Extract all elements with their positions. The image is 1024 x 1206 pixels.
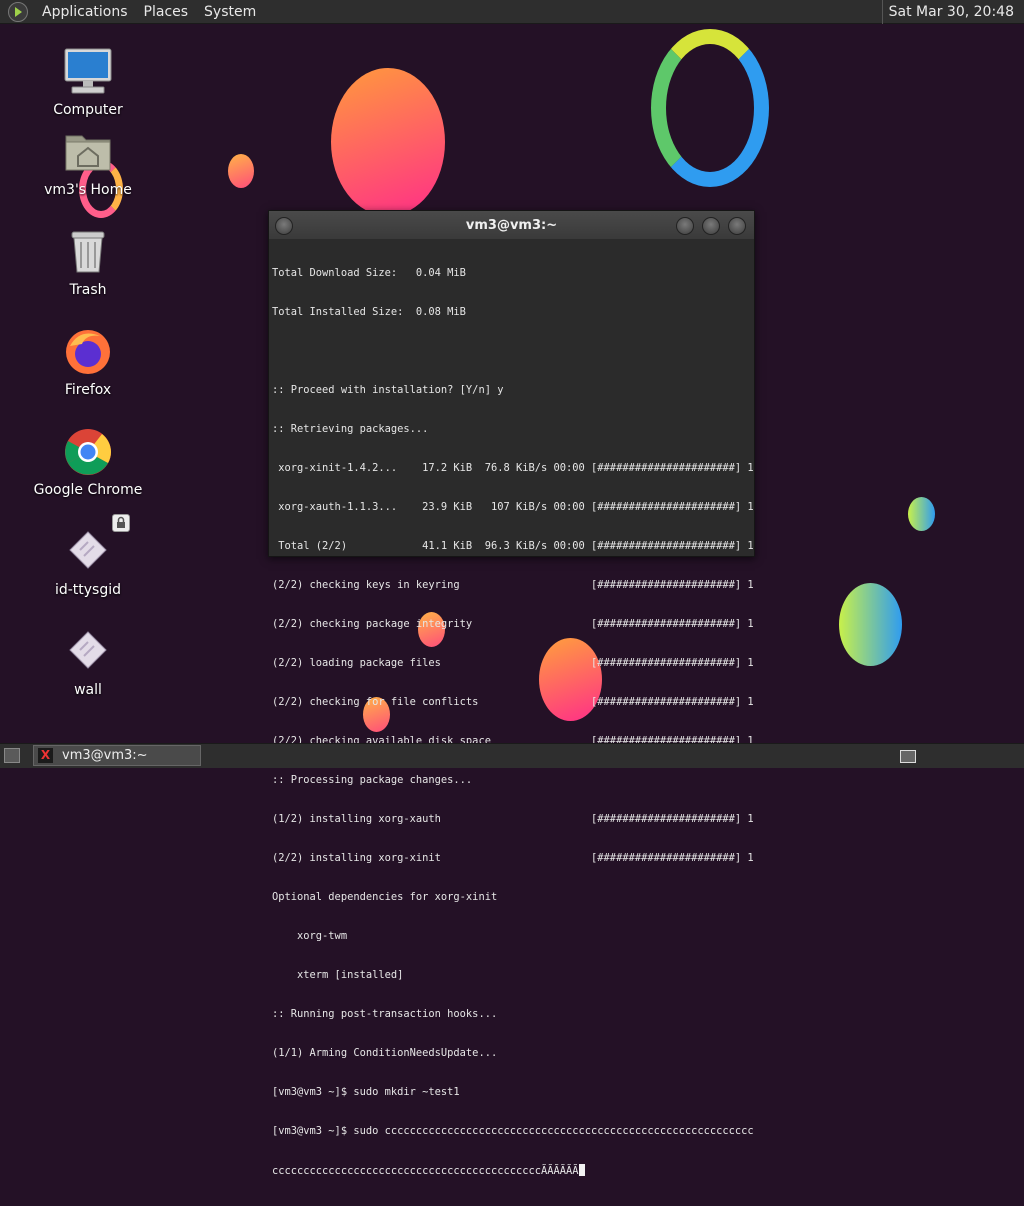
terminal-line: xorg-twm xyxy=(272,930,348,942)
desktop-icon-label: Trash xyxy=(69,282,107,298)
terminal-line: (1/1) Arming ConditionNeedsUpdate... xyxy=(272,1047,498,1059)
desktop-icon-label: Firefox xyxy=(64,382,112,398)
desktop-icon-trash[interactable]: Trash xyxy=(28,226,148,298)
desktop-icon-label: Google Chrome xyxy=(33,482,143,498)
desktop-icon-home[interactable]: vm3's Home xyxy=(28,126,148,198)
workspace-switcher[interactable] xyxy=(900,750,916,763)
terminal-line: (2/2) checking for file conflicts [#####… xyxy=(272,696,754,708)
maximize-button[interactable] xyxy=(702,217,720,235)
wallpaper-small-orange xyxy=(228,154,254,188)
desktop-icon-label: Computer xyxy=(53,102,123,118)
terminal-output[interactable]: Total Download Size: 0.04 MiB Total Inst… xyxy=(269,239,754,1206)
chrome-icon xyxy=(62,426,114,478)
close-button[interactable] xyxy=(728,217,746,235)
desktop-icon-wall[interactable]: wall xyxy=(28,626,148,698)
bottom-panel: X vm3@vm3:~ xyxy=(0,743,1024,768)
terminal-line: xorg-xauth-1.1.3... 23.9 KiB 107 KiB/s 0… xyxy=(272,501,754,513)
wallpaper-ring xyxy=(651,29,769,187)
xterm-icon: X xyxy=(38,748,53,763)
desktop-icon-id-ttysgid[interactable]: id-ttysgid xyxy=(28,514,148,598)
desktop-icon-label: wall xyxy=(74,682,102,698)
terminal-line: (2/2) loading package files [###########… xyxy=(272,657,754,669)
menu-applications[interactable]: Applications xyxy=(34,0,136,24)
taskbar-window-terminal[interactable]: X vm3@vm3:~ xyxy=(33,745,201,766)
terminal-window[interactable]: vm3@vm3:~ Total Download Size: 0.04 MiB … xyxy=(268,210,755,1177)
terminal-line: (2/2) checking keys in keyring [########… xyxy=(272,579,754,591)
wallpaper-green-blue-large xyxy=(839,583,902,666)
terminal-title: vm3@vm3:~ xyxy=(465,218,558,233)
menu-system[interactable]: System xyxy=(196,0,264,24)
desktop-icon-firefox[interactable]: Firefox xyxy=(28,326,148,398)
desktop-icon-label: id-ttysgid xyxy=(54,582,122,598)
taskbar-window-label: vm3@vm3:~ xyxy=(62,748,148,763)
distro-logo-icon[interactable] xyxy=(8,1,28,22)
terminal-prompt-line[interactable]: cccccccccccccccccccccccccccccccccccccccc… xyxy=(272,1164,751,1178)
top-panel: Applications Places System Sat Mar 30, 2… xyxy=(0,0,1024,24)
terminal-line: :: Proceed with installation? [Y/n] y xyxy=(272,384,504,396)
desktop-icon-chrome[interactable]: Google Chrome xyxy=(28,426,148,498)
menu-places[interactable]: Places xyxy=(136,0,197,24)
terminal-line: (2/2) installing xorg-xinit [###########… xyxy=(272,852,754,864)
terminal-line: Total Installed Size: 0.08 MiB xyxy=(272,306,466,318)
terminal-line: xterm [installed] xyxy=(272,969,404,981)
terminal-cursor xyxy=(578,1164,585,1176)
desktop-icon-computer[interactable]: Computer xyxy=(28,46,148,118)
terminal-line: [vm3@vm3 ~]$ sudo mkdir ~test1 xyxy=(272,1086,460,1098)
window-menu-button[interactable] xyxy=(275,217,293,235)
terminal-input-text: cccccccccccccccccccccccccccccccccccccccc… xyxy=(272,1165,579,1177)
desktop-icon-label: vm3's Home xyxy=(44,182,132,198)
home-folder-icon xyxy=(62,126,114,178)
firefox-icon xyxy=(62,326,114,378)
terminal-line: (1/2) installing xorg-xauth [###########… xyxy=(272,813,754,825)
terminal-line: [vm3@vm3 ~]$ sudo cccccccccccccccccccccc… xyxy=(272,1125,754,1137)
minimize-button[interactable] xyxy=(676,217,694,235)
lock-badge-icon xyxy=(112,514,130,532)
terminal-line: Total Download Size: 0.04 MiB xyxy=(272,267,466,279)
show-desktop-icon[interactable] xyxy=(4,748,20,763)
wallpaper-orange-ellipse xyxy=(331,68,445,216)
terminal-line: Optional dependencies for xorg-xinit xyxy=(272,891,498,903)
computer-icon xyxy=(62,46,114,98)
wallpaper-green-blue xyxy=(908,497,935,531)
clock[interactable]: Sat Mar 30, 20:48 xyxy=(881,0,1020,24)
trash-icon xyxy=(62,226,114,278)
terminal-line: :: Running post-transaction hooks... xyxy=(272,1008,498,1020)
terminal-line: (2/2) checking package integrity [######… xyxy=(272,618,754,630)
file-icon xyxy=(62,626,114,678)
terminal-titlebar[interactable]: vm3@vm3:~ xyxy=(269,211,754,239)
file-icon xyxy=(62,514,130,578)
terminal-line: Total (2/2) 41.1 KiB 96.3 KiB/s 00:00 [#… xyxy=(272,540,754,552)
terminal-line: :: Retrieving packages... xyxy=(272,423,429,435)
terminal-line: :: Processing package changes... xyxy=(272,774,473,786)
terminal-line: xorg-xinit-1.4.2... 17.2 KiB 76.8 KiB/s … xyxy=(272,462,754,474)
